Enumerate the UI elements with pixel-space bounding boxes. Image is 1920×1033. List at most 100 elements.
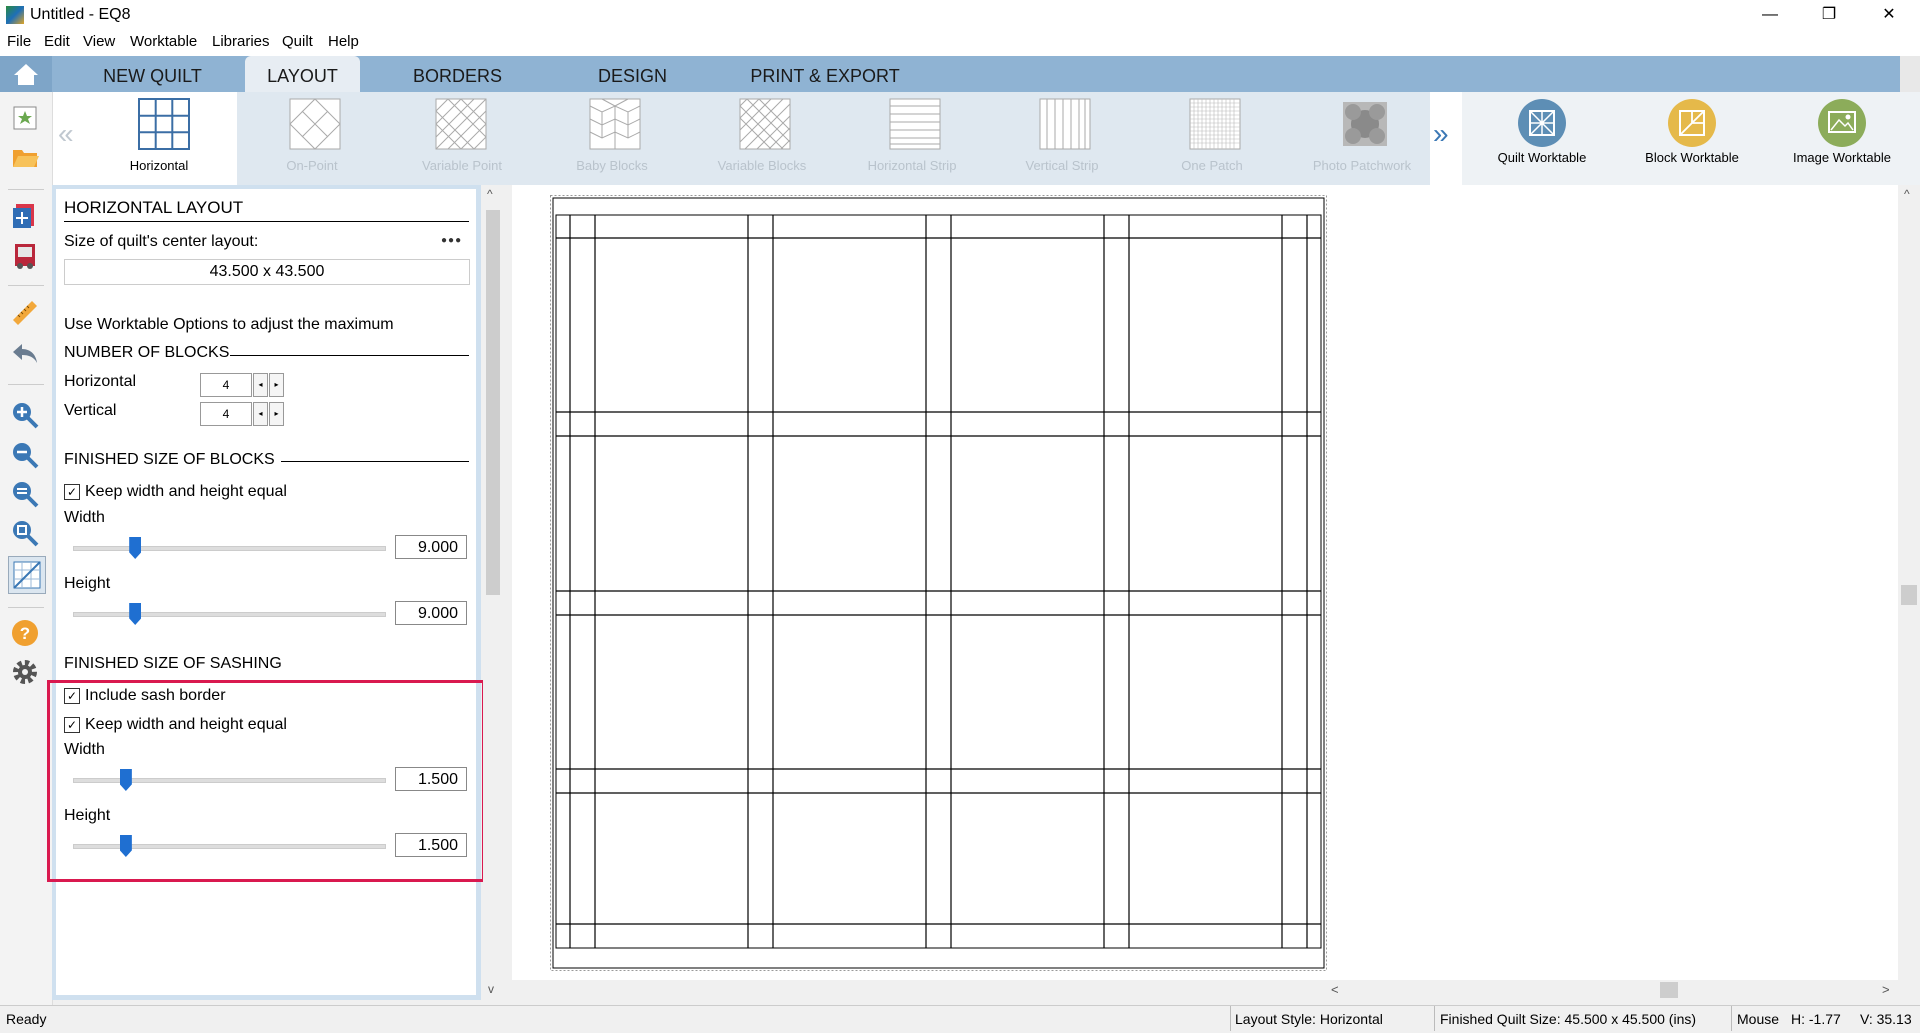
keep-equal-blocks-checkbox[interactable]: ✓ bbox=[64, 484, 80, 500]
quilt-worktable-icon bbox=[1518, 99, 1566, 147]
canvas-horizontal-scrollbar[interactable]: < > bbox=[1325, 980, 1898, 1000]
top-scroll-stub bbox=[1900, 56, 1920, 92]
toolbar-divider bbox=[8, 384, 44, 385]
on-point-layout-icon bbox=[289, 98, 341, 150]
menu-quilt[interactable]: Quilt bbox=[282, 33, 313, 50]
layout-vertical-strip[interactable]: Vertical Strip bbox=[987, 92, 1137, 185]
vertical-increment-button[interactable]: ▸ bbox=[269, 402, 284, 426]
panel-heading: HORIZONTAL LAYOUT bbox=[64, 198, 244, 217]
section-rule bbox=[281, 461, 469, 462]
toolbar-divider bbox=[8, 285, 44, 286]
undo-icon[interactable] bbox=[10, 338, 40, 368]
layout-variable-blocks[interactable]: Variable Blocks bbox=[687, 92, 837, 185]
tab-layout[interactable]: LAYOUT bbox=[245, 56, 360, 92]
block-width-slider-track[interactable] bbox=[73, 546, 386, 551]
graph-paper-icon bbox=[13, 561, 41, 589]
more-options-button[interactable]: ●●● bbox=[441, 235, 462, 246]
refresh-zoom-icon[interactable] bbox=[10, 518, 40, 548]
layout-on-point[interactable]: On-Point bbox=[237, 92, 387, 185]
svg-text:?: ? bbox=[20, 624, 30, 643]
status-mouse-v: V: 35.13 bbox=[1860, 1011, 1912, 1027]
status-mouse-h: H: -1.77 bbox=[1791, 1011, 1841, 1027]
heading-underline bbox=[64, 221, 469, 222]
help-icon[interactable]: ? bbox=[10, 618, 40, 648]
canvas-vertical-scrollbar[interactable]: ^ bbox=[1898, 185, 1920, 980]
horizontal-strip-layout-icon bbox=[889, 98, 941, 150]
ribbon-next-button[interactable]: » bbox=[1433, 118, 1449, 150]
block-height-label: Height bbox=[64, 575, 111, 592]
new-project-icon[interactable] bbox=[10, 103, 40, 133]
tab-design[interactable]: DESIGN bbox=[575, 56, 690, 92]
menu-worktable[interactable]: Worktable bbox=[130, 33, 197, 50]
quilt-worktable-canvas[interactable] bbox=[512, 185, 1898, 980]
sashing-size-heading: FINISHED SIZE OF SASHING bbox=[64, 655, 282, 672]
canvas-scroll-right[interactable]: > bbox=[1882, 982, 1890, 997]
quilt-layout-drawing bbox=[550, 195, 1327, 971]
add-to-sketchbook-icon[interactable] bbox=[10, 200, 40, 230]
layout-one-patch[interactable]: One Patch bbox=[1137, 92, 1287, 185]
canvas-scroll-up[interactable]: ^ bbox=[1904, 187, 1910, 201]
status-divider bbox=[1731, 1006, 1732, 1031]
horizontal-layout-icon bbox=[138, 98, 190, 150]
size-label: Size of quilt's center layout: bbox=[64, 233, 259, 250]
menu-edit[interactable]: Edit bbox=[44, 33, 70, 50]
horizontal-label: Horizontal bbox=[64, 373, 137, 390]
menu-libraries[interactable]: Libraries bbox=[212, 33, 270, 50]
scroll-up-arrow[interactable]: ^ bbox=[487, 187, 493, 201]
sketchbook-icon[interactable] bbox=[10, 240, 40, 270]
tab-borders[interactable]: BORDERS bbox=[400, 56, 515, 92]
restore-button[interactable]: ❐ bbox=[1806, 0, 1852, 30]
baby-blocks-layout-icon bbox=[589, 98, 641, 150]
menu-file[interactable]: File bbox=[7, 33, 31, 50]
minimize-button[interactable]: — bbox=[1747, 0, 1793, 30]
open-project-icon[interactable] bbox=[10, 142, 40, 172]
image-worktable-icon bbox=[1818, 99, 1866, 147]
zoom-out-icon[interactable] bbox=[10, 440, 40, 470]
panel-scrollbar[interactable]: ^ v bbox=[483, 185, 503, 1000]
settings-gear-icon[interactable] bbox=[10, 657, 40, 687]
vertical-label: Vertical bbox=[64, 402, 117, 419]
zoom-in-icon[interactable] bbox=[10, 400, 40, 430]
block-height-slider-track[interactable] bbox=[73, 612, 386, 617]
window-title: Untitled - EQ8 bbox=[30, 6, 131, 23]
status-ready: Ready bbox=[6, 1011, 47, 1027]
fit-to-window-icon[interactable] bbox=[10, 479, 40, 509]
layout-horizontal-strip[interactable]: Horizontal Strip bbox=[837, 92, 987, 185]
layout-photo-patchwork[interactable]: Photo Patchwork bbox=[1287, 92, 1437, 185]
canvas-hscroll-thumb[interactable] bbox=[1660, 982, 1678, 998]
image-worktable-button[interactable]: Image Worktable bbox=[1767, 92, 1917, 185]
vertical-decrement-button[interactable]: ◂ bbox=[253, 402, 268, 426]
status-layout-style: Layout Style: Horizontal bbox=[1235, 1011, 1383, 1027]
status-mouse-label: Mouse bbox=[1737, 1011, 1780, 1027]
toolbar-divider bbox=[8, 607, 44, 608]
layout-horizontal[interactable]: Horizontal bbox=[80, 92, 237, 185]
block-worktable-icon bbox=[1668, 99, 1716, 147]
canvas-scroll-left[interactable]: < bbox=[1331, 982, 1339, 997]
canvas-vscroll-thumb[interactable] bbox=[1901, 585, 1917, 605]
close-button[interactable]: ✕ bbox=[1866, 0, 1912, 30]
graph-paper-toggle[interactable] bbox=[8, 556, 46, 594]
horizontal-blocks-input[interactable]: 4 bbox=[200, 373, 252, 397]
layout-variable-point[interactable]: Variable Point bbox=[387, 92, 537, 185]
menu-view[interactable]: View bbox=[83, 33, 115, 50]
layout-baby-blocks[interactable]: Baby Blocks bbox=[537, 92, 687, 185]
ribbon-prev-button[interactable]: « bbox=[58, 118, 74, 150]
status-finished-size: Finished Quilt Size: 45.500 x 45.500 (in… bbox=[1440, 1011, 1697, 1027]
home-button[interactable] bbox=[0, 56, 52, 92]
horizontal-decrement-button[interactable]: ◂ bbox=[253, 373, 268, 397]
toolbar-divider bbox=[8, 189, 44, 190]
vertical-blocks-input[interactable]: 4 bbox=[200, 402, 252, 426]
panel-scroll-thumb[interactable] bbox=[486, 210, 500, 595]
block-height-input[interactable]: 9.000 bbox=[395, 601, 467, 625]
tab-print-export[interactable]: PRINT & EXPORT bbox=[740, 56, 910, 92]
app-icon bbox=[6, 6, 24, 24]
horizontal-increment-button[interactable]: ▸ bbox=[269, 373, 284, 397]
block-worktable-button[interactable]: Block Worktable bbox=[1617, 92, 1767, 185]
one-patch-layout-icon bbox=[1189, 98, 1241, 150]
quilt-worktable-button[interactable]: Quilt Worktable bbox=[1467, 92, 1617, 185]
ruler-icon[interactable] bbox=[10, 298, 40, 328]
block-width-input[interactable]: 9.000 bbox=[395, 535, 467, 559]
tab-new-quilt[interactable]: NEW QUILT bbox=[90, 56, 215, 92]
menu-help[interactable]: Help bbox=[328, 33, 359, 50]
scroll-down-arrow[interactable]: v bbox=[488, 982, 494, 996]
